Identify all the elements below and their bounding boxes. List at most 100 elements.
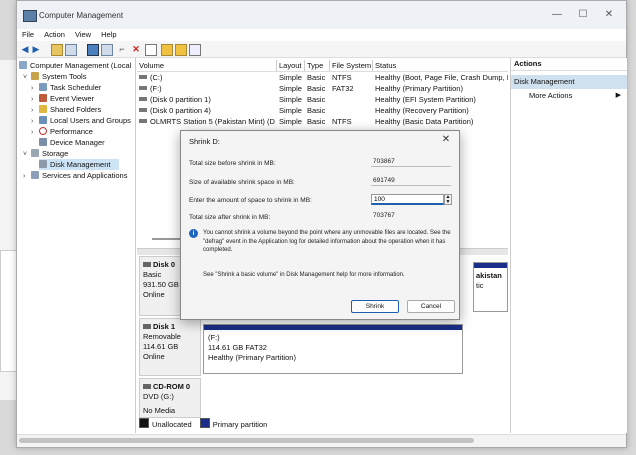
delete-icon[interactable]: ✕ bbox=[131, 44, 141, 54]
volume-status: Healthy (EFI System Partition) bbox=[375, 95, 476, 104]
volume-icon bbox=[139, 86, 147, 90]
volume-row[interactable]: (Disk 0 partition 1) Simple Basic Health… bbox=[137, 94, 508, 105]
back-icon[interactable]: ◀ bbox=[20, 44, 30, 54]
chevron-down-icon[interactable]: ˅ bbox=[23, 72, 31, 83]
tools-icon bbox=[31, 72, 39, 80]
tree-services[interactable]: › Services and Applications bbox=[23, 170, 127, 181]
volume-name: (Disk 0 partition 1) bbox=[150, 95, 211, 104]
volume-type: Basic bbox=[307, 106, 326, 115]
shared-folder-icon bbox=[39, 105, 47, 113]
close-button[interactable]: ✕ bbox=[597, 7, 621, 23]
tree-system-tools[interactable]: ˅ System Tools bbox=[23, 71, 86, 82]
shrink-amount-stepper[interactable]: ▲ ▼ bbox=[444, 194, 452, 205]
chevron-down-icon[interactable]: ˅ bbox=[23, 149, 31, 160]
tree-storage[interactable]: ˅ Storage bbox=[23, 148, 68, 159]
column-volume[interactable]: Volume bbox=[137, 60, 277, 71]
available-space-value: 691749 bbox=[371, 176, 451, 186]
menu-file[interactable]: File bbox=[17, 29, 39, 41]
partition-label: (F:) 114.61 GB FAT32 Healthy (Primary Pa… bbox=[204, 330, 462, 366]
legend: Unallocated Primary partition bbox=[139, 418, 267, 430]
volume-status: Healthy (Boot, Page File, Crash Dump, I bbox=[375, 73, 508, 82]
tree-device-manager[interactable]: Device Manager bbox=[39, 137, 105, 148]
tree-shared-folders[interactable]: › Shared Folders bbox=[31, 104, 101, 115]
volume-list-header: Volume Layout Type File System Status bbox=[137, 60, 508, 72]
tree-disk-management[interactable]: Disk Management bbox=[39, 159, 119, 170]
tree-event-viewer[interactable]: › Event Viewer bbox=[31, 93, 94, 104]
disk-0-partition-d[interactable]: akistan tic bbox=[473, 262, 508, 312]
forward-icon[interactable]: ▶ bbox=[31, 44, 41, 54]
disk-1-label[interactable]: Disk 1 Removable 114.61 GB Online bbox=[139, 318, 201, 376]
volume-type: Basic bbox=[307, 84, 326, 93]
volume-name: (C:) bbox=[150, 73, 163, 82]
dialog-info-text: You cannot shrink a volume beyond the po… bbox=[203, 230, 451, 253]
up-folder-icon[interactable] bbox=[51, 44, 63, 56]
shrink-amount-input[interactable] bbox=[371, 194, 444, 205]
chevron-right-icon[interactable]: › bbox=[23, 171, 31, 182]
cancel-button[interactable]: Cancel bbox=[407, 300, 455, 313]
disk-1-state: Online bbox=[143, 352, 165, 361]
chevron-right-icon[interactable]: › bbox=[31, 127, 39, 138]
volume-row[interactable]: (C:) Simple Basic NTFS Healthy (Boot, Pa… bbox=[137, 72, 508, 83]
column-file-system[interactable]: File System bbox=[330, 60, 373, 71]
volume-name: (Disk 0 partition 4) bbox=[150, 106, 211, 115]
open-icon[interactable] bbox=[175, 44, 187, 56]
legend-primary-swatch bbox=[199, 418, 210, 428]
folder-icon[interactable] bbox=[161, 44, 173, 56]
more-actions[interactable]: More Actions ▶ bbox=[511, 89, 627, 103]
legend-primary: Primary partition bbox=[212, 420, 268, 429]
window-title: Computer Management bbox=[39, 11, 124, 20]
partition-status: Healthy (Primary Partition) bbox=[208, 353, 296, 362]
info-icon: i bbox=[189, 229, 198, 238]
disk-icon bbox=[143, 324, 151, 329]
volume-status: Healthy (Primary Partition) bbox=[375, 84, 463, 93]
show-hide-tree-icon[interactable] bbox=[65, 44, 77, 56]
scrollbar-thumb[interactable] bbox=[19, 438, 474, 443]
volume-status: Healthy (Basic Data Partition) bbox=[375, 117, 474, 126]
help-icon[interactable] bbox=[87, 44, 99, 56]
tree-performance[interactable]: › Performance bbox=[31, 126, 93, 137]
menu-action[interactable]: Action bbox=[39, 29, 70, 41]
volume-layout: Simple bbox=[279, 117, 302, 126]
tree-task-scheduler[interactable]: › Task Scheduler bbox=[31, 82, 101, 93]
volume-layout: Simple bbox=[279, 106, 302, 115]
column-type[interactable]: Type bbox=[305, 60, 330, 71]
cdrom-0-label[interactable]: CD-ROM 0 DVD (G:) No Media bbox=[139, 378, 201, 418]
connect-icon[interactable]: ⌐ bbox=[117, 44, 127, 54]
column-layout[interactable]: Layout bbox=[277, 60, 305, 71]
check-icon[interactable] bbox=[145, 44, 157, 56]
tree-root[interactable]: Computer Management (Local bbox=[19, 60, 131, 71]
menu-help[interactable]: Help bbox=[96, 29, 121, 41]
properties-icon[interactable] bbox=[101, 44, 113, 56]
view-icon[interactable] bbox=[189, 44, 201, 56]
disk-1-partition-f[interactable]: (F:) 114.61 GB FAT32 Healthy (Primary Pa… bbox=[203, 324, 463, 374]
volume-icon bbox=[139, 108, 147, 112]
minimize-button[interactable]: — bbox=[545, 7, 569, 23]
partition-size: 114.61 GB FAT32 bbox=[208, 343, 267, 352]
cdrom-0-type: DVD (G:) bbox=[143, 392, 174, 401]
total-size-label: Total size before shrink in MB: bbox=[189, 160, 276, 167]
horizontal-scrollbar[interactable] bbox=[17, 434, 626, 447]
dialog-help-text: See "Shrink a basic volume" in Disk Mana… bbox=[203, 272, 405, 278]
performance-icon bbox=[39, 127, 47, 135]
volume-name: (F:) bbox=[150, 84, 162, 93]
maximize-button[interactable]: ☐ bbox=[571, 7, 595, 23]
dialog-close-icon[interactable]: ✕ bbox=[439, 133, 453, 147]
volume-row[interactable]: (Disk 0 partition 4) Simple Basic Health… bbox=[137, 105, 508, 116]
volume-type: Basic bbox=[307, 117, 326, 126]
column-status[interactable]: Status bbox=[373, 60, 508, 71]
disk-management-icon bbox=[39, 160, 47, 168]
cdrom-icon bbox=[143, 384, 151, 389]
computer-management-icon bbox=[23, 10, 37, 22]
computer-icon bbox=[19, 61, 27, 69]
available-space-label: Size of available shrink space in MB: bbox=[189, 179, 295, 186]
shrink-button[interactable]: Shrink bbox=[351, 300, 399, 313]
menu-bar: File Action View Help bbox=[17, 29, 626, 41]
menu-view[interactable]: View bbox=[70, 29, 96, 41]
volume-row[interactable]: OLMRTS Station 5 (Pakistan Mint) (Ds) Si… bbox=[137, 116, 508, 127]
tree-local-users[interactable]: › Local Users and Groups bbox=[31, 115, 131, 126]
legend-unallocated: Unallocated bbox=[152, 420, 192, 429]
toolbar: ◀ ▶ ⌐ ✕ bbox=[17, 41, 626, 58]
disk-1-name: Disk 1 bbox=[143, 322, 197, 332]
actions-disk-management[interactable]: Disk Management bbox=[511, 75, 627, 89]
volume-row[interactable]: (F:) Simple Basic FAT32 Healthy (Primary… bbox=[137, 83, 508, 94]
